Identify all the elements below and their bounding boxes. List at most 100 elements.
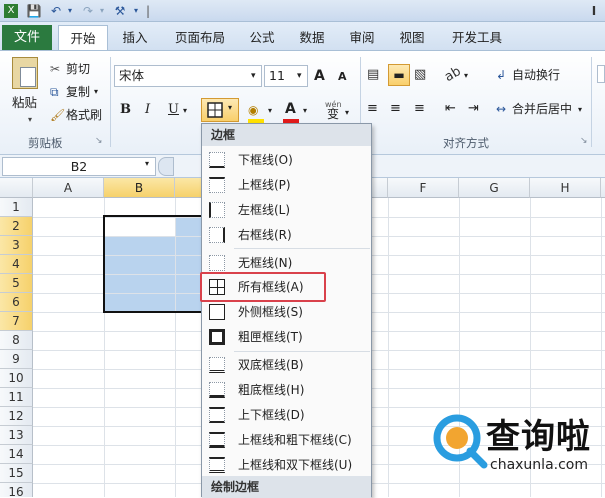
row-header-14[interactable]: 14 <box>0 445 33 464</box>
italic-button[interactable]: I <box>145 100 150 120</box>
row-header-7[interactable]: 7 <box>0 312 33 331</box>
align-right-icon[interactable]: ≡ <box>414 99 425 119</box>
align-center-icon[interactable]: ≡ <box>390 99 401 119</box>
font-color-dropdown-icon[interactable]: ▾ <box>303 101 307 121</box>
select-all-corner[interactable] <box>0 178 33 198</box>
column-header-f[interactable]: F <box>388 178 459 198</box>
outside-borders-icon <box>209 304 225 320</box>
format-painter-button[interactable]: 格式刷 <box>66 105 102 125</box>
menu-item-bottom-double-border[interactable]: 双底框线(B) <box>204 353 370 377</box>
cut-icon[interactable]: ✂ <box>50 59 60 79</box>
row-header-6[interactable]: 6 <box>0 293 33 312</box>
menu-item-top-double-bottom-border[interactable]: 上框线和双下框线(U) <box>204 453 370 477</box>
tab-insert[interactable]: 插入 <box>115 25 155 50</box>
tab-data[interactable]: 数据 <box>294 25 330 50</box>
row-header-5[interactable]: 5 <box>0 274 33 293</box>
borders-button[interactable]: ▾ <box>201 98 239 122</box>
paste-icon[interactable] <box>12 57 38 89</box>
borders-dropdown-icon[interactable]: ▾ <box>228 103 232 112</box>
row-header-2[interactable]: 2 <box>0 217 33 236</box>
clipboard-launcher-icon[interactable]: ↘ <box>95 131 103 151</box>
orientation-dropdown-icon[interactable]: ▾ <box>464 66 468 86</box>
customize-tool-icon[interactable]: ⚒ <box>112 3 128 19</box>
grow-font-button[interactable]: A <box>314 66 325 86</box>
undo-dropdown-icon[interactable]: ▾ <box>62 3 78 19</box>
column-header-b[interactable]: B <box>104 178 175 198</box>
phonetic-dropdown-icon[interactable]: ▾ <box>345 103 349 123</box>
font-name-box[interactable]: 宋体 <box>114 65 262 87</box>
wrap-text-icon[interactable]: ↲ <box>496 65 506 85</box>
row-header-4[interactable]: 4 <box>0 255 33 274</box>
menu-separator <box>234 351 370 352</box>
row-header-1[interactable]: 1 <box>0 198 33 217</box>
menu-item-outside-borders[interactable]: 外侧框线(S) <box>204 300 370 324</box>
shrink-font-button[interactable]: A <box>338 67 347 87</box>
align-middle-icon[interactable]: ▬ <box>388 64 410 86</box>
increase-indent-icon[interactable]: ⇥ <box>468 99 479 119</box>
tab-formulas[interactable]: 公式 <box>244 25 280 50</box>
column-header-h[interactable]: H <box>530 178 601 198</box>
cut-button[interactable]: 剪切 <box>66 59 90 79</box>
align-top-icon[interactable]: ▤ <box>367 65 379 85</box>
tab-developer[interactable]: 开发工具 <box>445 25 509 50</box>
align-bottom-icon[interactable]: ▧ <box>414 65 426 85</box>
bold-button[interactable]: B <box>120 100 131 120</box>
menu-item-top-bottom-border[interactable]: 上下框线(D) <box>204 403 370 427</box>
all-borders-icon <box>207 102 223 118</box>
fill-color-dropdown-icon[interactable]: ▾ <box>268 101 272 121</box>
row-header-12[interactable]: 12 <box>0 407 33 426</box>
underline-button[interactable]: U <box>168 100 179 120</box>
paste-dropdown-icon[interactable]: ▾ <box>28 110 32 130</box>
row-header-13[interactable]: 13 <box>0 426 33 445</box>
tab-page-layout[interactable]: 页面布局 <box>168 25 232 50</box>
font-name-dropdown-icon[interactable]: ▾ <box>251 66 256 86</box>
copy-button[interactable]: 复制 <box>66 82 90 102</box>
tab-review[interactable]: 审阅 <box>344 25 380 50</box>
row-header-11[interactable]: 11 <box>0 388 33 407</box>
align-left-icon[interactable]: ≡ <box>367 99 378 119</box>
wrap-text-button[interactable]: 自动换行 <box>512 65 560 85</box>
decrease-indent-icon[interactable]: ⇤ <box>445 99 456 119</box>
alignment-launcher-icon[interactable]: ↘ <box>580 131 588 151</box>
column-header-g[interactable]: G <box>459 178 530 198</box>
phonetic-guide-button[interactable]: 变 <box>327 104 339 124</box>
merge-center-icon[interactable]: ↔ <box>496 99 506 119</box>
name-box-dropdown-icon[interactable]: ▾ <box>145 159 149 168</box>
font-color-icon[interactable]: A <box>285 99 296 119</box>
underline-dropdown-icon[interactable]: ▾ <box>183 101 187 121</box>
qat-more-icon[interactable]: | <box>140 3 156 19</box>
font-size-dropdown-icon[interactable]: ▾ <box>297 66 302 86</box>
top-bottom-border-icon <box>209 407 225 423</box>
formula-bar-splitter[interactable] <box>158 157 174 176</box>
row-header-15[interactable]: 15 <box>0 464 33 483</box>
fill-color-icon[interactable]: ◉ <box>248 100 258 120</box>
column-header-i[interactable] <box>601 178 605 198</box>
copy-dropdown-icon[interactable]: ▾ <box>94 82 98 102</box>
menu-item-top-border[interactable]: 上框线(P) <box>204 173 370 197</box>
merge-dropdown-icon[interactable]: ▾ <box>578 100 582 120</box>
paste-button-label[interactable]: 粘贴 <box>12 93 37 113</box>
merge-center-button[interactable]: 合并后居中 <box>512 99 572 119</box>
menu-item-thick-box-border[interactable]: 粗匣框线(T) <box>204 325 370 349</box>
save-icon[interactable]: 💾 <box>26 3 42 19</box>
row-header-10[interactable]: 10 <box>0 369 33 388</box>
row-header-8[interactable]: 8 <box>0 331 33 350</box>
menu-item-right-border[interactable]: 右框线(R) <box>204 223 370 247</box>
format-painter-icon[interactable]: 🖌 <box>50 105 65 125</box>
row-header-9[interactable]: 9 <box>0 350 33 369</box>
menu-item-top-thick-bottom-border[interactable]: 上框线和粗下框线(C) <box>204 428 370 452</box>
tab-home[interactable]: 开始 <box>58 25 108 50</box>
menu-item-thick-bottom-border[interactable]: 粗底框线(H) <box>204 378 370 402</box>
redo-dropdown-icon[interactable]: ▾ <box>94 3 110 19</box>
orientation-icon[interactable]: ab <box>441 62 465 87</box>
row-header-3[interactable]: 3 <box>0 236 33 255</box>
tab-view[interactable]: 视图 <box>394 25 430 50</box>
number-format-box[interactable] <box>597 65 605 83</box>
name-box[interactable]: B2 <box>2 157 156 176</box>
menu-item-bottom-border[interactable]: 下框线(O) <box>204 148 370 172</box>
menu-item-left-border[interactable]: 左框线(L) <box>204 198 370 222</box>
column-header-a[interactable]: A <box>33 178 104 198</box>
copy-icon[interactable]: ⧉ <box>50 82 59 102</box>
row-header-16[interactable]: 16 <box>0 483 33 497</box>
tab-file[interactable]: 文件 <box>2 25 52 50</box>
